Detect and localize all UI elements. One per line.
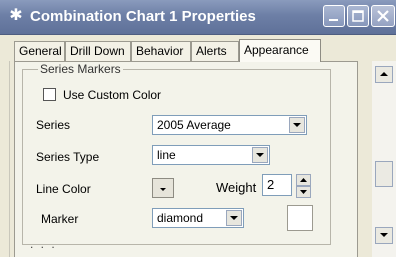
marker-dropdown[interactable]: diamond (152, 208, 244, 228)
scroll-up-button[interactable] (375, 66, 393, 83)
series-value: 2005 Average (157, 118, 231, 132)
weight-label: Weight (216, 180, 257, 195)
dropdown-arrow-icon[interactable] (226, 210, 242, 226)
use-custom-color-label: Use Custom Color (63, 88, 162, 102)
properties-window: ✱ Combination Chart 1 Properties General… (0, 0, 396, 257)
series-type-dropdown[interactable]: line (152, 145, 270, 165)
weight-decrement-button[interactable] (296, 186, 311, 198)
marker-label: Marker (41, 212, 79, 226)
series-type-value: line (157, 148, 176, 162)
maximize-button[interactable] (347, 5, 369, 27)
tab-strip: General Drill Down Behavior Alerts Appea… (14, 39, 334, 62)
tab-alerts[interactable]: Alerts (191, 41, 239, 61)
minimize-button[interactable] (323, 5, 345, 27)
down-arrow-icon (300, 190, 307, 194)
more-indicator: . . . (30, 237, 57, 251)
snowflake-icon: ✱ (9, 7, 23, 24)
dropdown-arrow-icon (160, 188, 166, 191)
vertical-scrollbar[interactable] (372, 61, 396, 257)
use-custom-color-checkbox[interactable] (43, 88, 56, 101)
tab-appearance[interactable]: Appearance (239, 39, 321, 62)
window-title: Combination Chart 1 Properties (30, 8, 256, 25)
close-button[interactable] (371, 5, 395, 27)
line-color-label: Line Color (36, 182, 91, 196)
down-arrow-icon (380, 233, 388, 237)
weight-increment-button[interactable] (296, 174, 311, 186)
series-type-label: Series Type (36, 150, 100, 164)
up-arrow-icon (300, 178, 307, 182)
minimize-icon (329, 19, 338, 21)
weight-input[interactable]: 2 (262, 174, 292, 196)
group-title: Series Markers (38, 62, 123, 76)
line-color-button[interactable] (152, 178, 174, 198)
marker-preview (287, 205, 313, 231)
dropdown-arrow-icon[interactable] (289, 117, 305, 133)
tab-general[interactable]: General (14, 41, 65, 61)
tab-behavior[interactable]: Behavior (131, 41, 191, 61)
series-label: Series (36, 118, 71, 132)
marker-value: diamond (157, 211, 204, 225)
close-icon (377, 10, 389, 22)
scroll-down-button[interactable] (375, 227, 393, 244)
series-dropdown[interactable]: 2005 Average (152, 115, 307, 135)
left-divider (9, 61, 10, 257)
up-arrow-icon (380, 72, 388, 76)
title-bar[interactable]: ✱ Combination Chart 1 Properties (0, 0, 396, 35)
maximize-icon (352, 10, 364, 22)
tab-drill-down[interactable]: Drill Down (65, 41, 131, 61)
dropdown-arrow-icon[interactable] (252, 147, 268, 163)
scroll-thumb[interactable] (375, 161, 393, 187)
